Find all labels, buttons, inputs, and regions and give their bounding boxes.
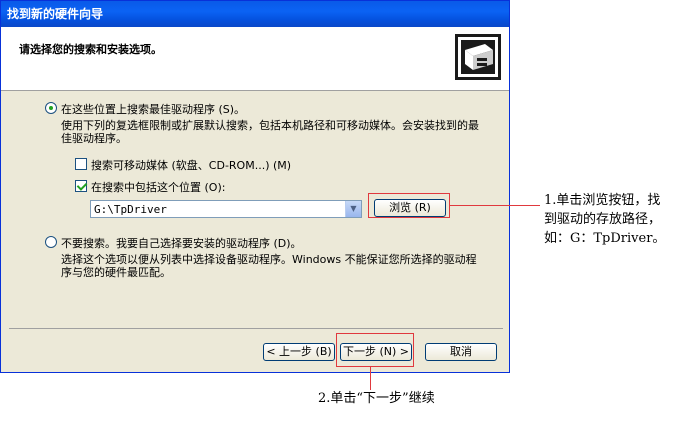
- no-search-description: 选择这个选项以便从列表中选择设备驱动程序。Windows 不能保证您所选择的驱动…: [61, 253, 477, 279]
- search-best-label[interactable]: 在这些位置上搜索最佳驱动程序 (S)。: [61, 101, 245, 117]
- search-removable-checkbox[interactable]: [75, 158, 87, 170]
- header-title: 请选择您的搜索和安装选项。: [19, 43, 162, 56]
- hardware-wizard-icon: [455, 34, 501, 80]
- search-best-description: 使用下列的复选框限制或扩展默认搜索，包括本机路径和可移动媒体。会安装找到的最佳驱…: [61, 119, 479, 145]
- wizard-window: 找到新的硬件向导 请选择您的搜索和安装选项。 在这些位置上搜索最佳驱动程序 (S…: [0, 0, 510, 373]
- search-removable-label[interactable]: 搜索可移动媒体 (软盘、CD-ROM...) (M): [91, 157, 291, 173]
- browse-highlight: [368, 193, 450, 218]
- location-combobox[interactable]: G:\TpDriver ▼: [90, 200, 362, 218]
- include-location-checkbox[interactable]: [75, 180, 87, 192]
- location-value: G:\TpDriver: [94, 203, 167, 216]
- next-callout-line: [370, 367, 371, 390]
- next-callout: 2.单击“下一步”继续: [318, 391, 435, 406]
- back-button[interactable]: < 上一步 (B): [263, 343, 335, 361]
- title-bar: 找到新的硬件向导: [1, 1, 509, 27]
- footer-divider: [9, 328, 503, 329]
- wizard-header: 请选择您的搜索和安装选项。: [1, 27, 509, 91]
- search-best-radio[interactable]: [45, 102, 57, 114]
- browse-callout-line-3: 如：G：TpDriver。: [544, 231, 666, 246]
- no-search-radio[interactable]: [45, 236, 57, 248]
- no-search-label[interactable]: 不要搜索。我要自己选择要安装的驱动程序 (D)。: [61, 235, 302, 251]
- browse-callout-line-1: 1.单击浏览按钮，找: [544, 193, 661, 208]
- browse-callout: 1.单击浏览按钮，找 到驱动的存放路径， 如：G：TpDriver。: [544, 191, 665, 248]
- cancel-button[interactable]: 取消: [425, 343, 497, 361]
- chevron-down-icon[interactable]: ▼: [345, 201, 361, 217]
- include-location-label[interactable]: 在搜索中包括这个位置 (O):: [91, 179, 225, 195]
- browse-callout-line-2: 到驱动的存放路径，: [544, 212, 662, 227]
- next-highlight: [336, 333, 414, 367]
- browse-callout-line: [450, 205, 540, 206]
